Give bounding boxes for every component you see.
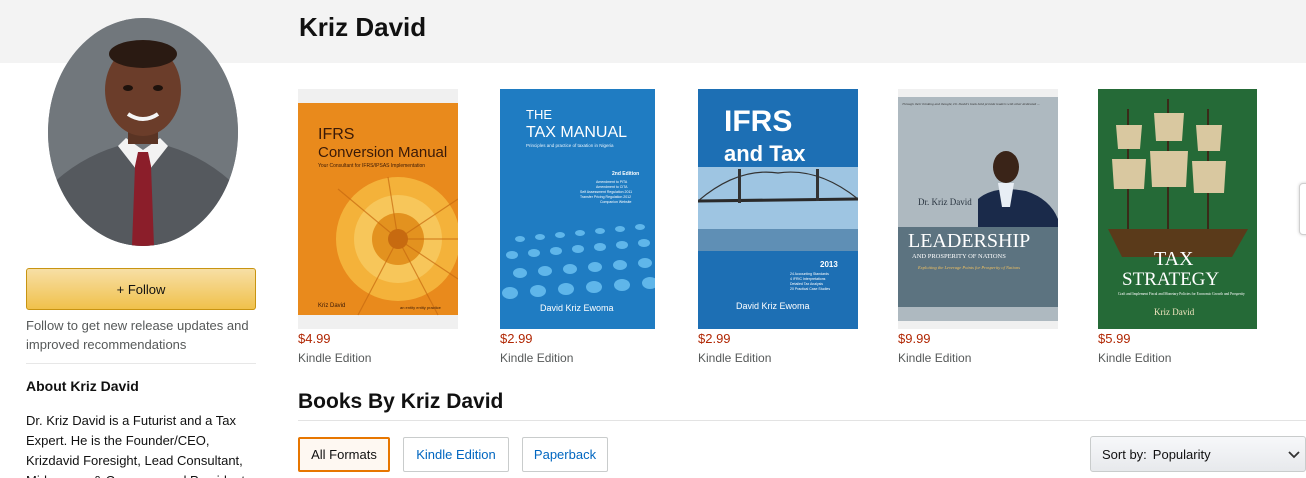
cover-edition-text: 2nd Edition bbox=[612, 171, 639, 177]
book-card[interactable]: TAX STRATEGY Craft and Implement Fiscal … bbox=[1098, 89, 1257, 365]
cover-note-text: Amendment to CITA bbox=[596, 185, 628, 189]
cover-author-text: Dr. Kriz David bbox=[918, 197, 972, 207]
cover-title-text: IFRS bbox=[318, 126, 354, 143]
sort-dropdown[interactable]: Sort by: Popularity bbox=[1090, 436, 1306, 472]
cover-note-text: Companion Website bbox=[600, 200, 632, 204]
book-format[interactable]: Kindle Edition bbox=[698, 351, 771, 365]
book-cover[interactable]: IFRS and Tax 2013 24 Accounting Standard… bbox=[698, 89, 858, 329]
cover-note-text: Transfer Pricing Regulation 2012 bbox=[580, 195, 631, 199]
cover-subtitle-text: Your Consultant for IFRS/IPSAS Implement… bbox=[318, 163, 425, 169]
book-card[interactable]: IFRS Conversion Manual Your Consultant f… bbox=[298, 89, 458, 365]
author-avatar bbox=[48, 18, 238, 246]
book-cover[interactable]: IFRS Conversion Manual Your Consultant f… bbox=[298, 89, 458, 329]
book-price: $2.99 bbox=[500, 331, 533, 346]
cover-title-text: AND PROSPERITY OF NATIONS bbox=[912, 253, 1006, 260]
books-section-title: Books By Kriz David bbox=[298, 390, 504, 413]
cover-subtitle-text: Craft and Implement Fiscal and Monetary … bbox=[1118, 292, 1245, 296]
book-card[interactable]: THE TAX MANUAL Principles and practice o… bbox=[500, 89, 655, 365]
book-format[interactable]: Kindle Edition bbox=[1098, 351, 1171, 365]
section-divider bbox=[298, 420, 1306, 421]
cover-title-text: IFRS bbox=[724, 105, 792, 138]
cover-subtitle-text: Exploiting the Leverage Points for Prosp… bbox=[917, 265, 1020, 270]
sort-value: Popularity bbox=[1152, 446, 1211, 462]
cover-title-text: Conversion Manual bbox=[318, 144, 447, 161]
cover-tagline-text: an entity entity practice bbox=[400, 305, 442, 310]
book-format[interactable]: Kindle Edition bbox=[298, 351, 371, 365]
book-cover[interactable]: THE TAX MANUAL Principles and practice o… bbox=[500, 89, 655, 329]
book-card[interactable]: IFRS and Tax 2013 24 Accounting Standard… bbox=[698, 89, 858, 365]
book-price: $5.99 bbox=[1098, 331, 1131, 346]
cover-subtitle-text: Principles and practice of taxation in N… bbox=[526, 143, 614, 148]
cover-note-text: Detailed Tax Analysis bbox=[790, 282, 823, 286]
cover-title-text: TAX bbox=[1154, 248, 1194, 270]
book-format[interactable]: Kindle Edition bbox=[500, 351, 573, 365]
book-cover[interactable]: Through their thinking and thought, Dr. … bbox=[898, 89, 1058, 329]
sort-label: Sort by: bbox=[1102, 446, 1147, 462]
book-card[interactable]: Through their thinking and thought, Dr. … bbox=[898, 89, 1058, 365]
book-price: $9.99 bbox=[898, 331, 931, 346]
cover-author-text: David Kriz Ewoma bbox=[540, 303, 614, 313]
cover-title-text: THE bbox=[526, 107, 552, 122]
book-cover[interactable]: TAX STRATEGY Craft and Implement Fiscal … bbox=[1098, 89, 1257, 329]
cover-title-text: TAX MANUAL bbox=[526, 124, 627, 141]
book-format[interactable]: Kindle Edition bbox=[898, 351, 971, 365]
follow-note: Follow to get new release updates and im… bbox=[26, 318, 249, 352]
book-price: $4.99 bbox=[298, 331, 331, 346]
about-author-heading: About Kriz David bbox=[26, 378, 139, 394]
filter-paperback[interactable]: Paperback bbox=[522, 437, 608, 472]
carousel-scroll-tab[interactable] bbox=[1299, 183, 1306, 235]
cover-author-text: Kriz David bbox=[1154, 307, 1195, 317]
cover-author-text: David Kriz Ewoma bbox=[736, 301, 810, 311]
cover-note-text: 20 Practical Case Studies bbox=[790, 287, 830, 291]
cover-year-text: 2013 bbox=[820, 260, 838, 269]
sidebar-divider bbox=[26, 363, 256, 364]
cover-title-text: and Tax bbox=[724, 141, 806, 166]
chevron-down-icon bbox=[1287, 447, 1301, 464]
filter-all-formats[interactable]: All Formats bbox=[298, 437, 390, 472]
filter-kindle-edition[interactable]: Kindle Edition bbox=[403, 437, 509, 472]
book-price: $2.99 bbox=[698, 331, 731, 346]
author-name: Kriz David bbox=[299, 12, 427, 42]
cover-note-text: Self Assessment Regulation 2011 bbox=[580, 190, 632, 194]
cover-author-text: Kriz David bbox=[318, 303, 345, 309]
follow-button[interactable]: + Follow bbox=[26, 268, 256, 310]
cover-note-text: 24 Accounting Standards bbox=[790, 272, 829, 276]
about-author-text: Dr. Kriz David is a Futurist and a Tax E… bbox=[26, 413, 245, 478]
cover-title-text: LEADERSHIP bbox=[908, 230, 1030, 252]
cover-note-text: Amendment to PITA bbox=[596, 180, 628, 184]
cover-title-text: STRATEGY bbox=[1122, 269, 1219, 290]
cover-note-text: 4 IFRIC Interpretations bbox=[790, 277, 826, 281]
